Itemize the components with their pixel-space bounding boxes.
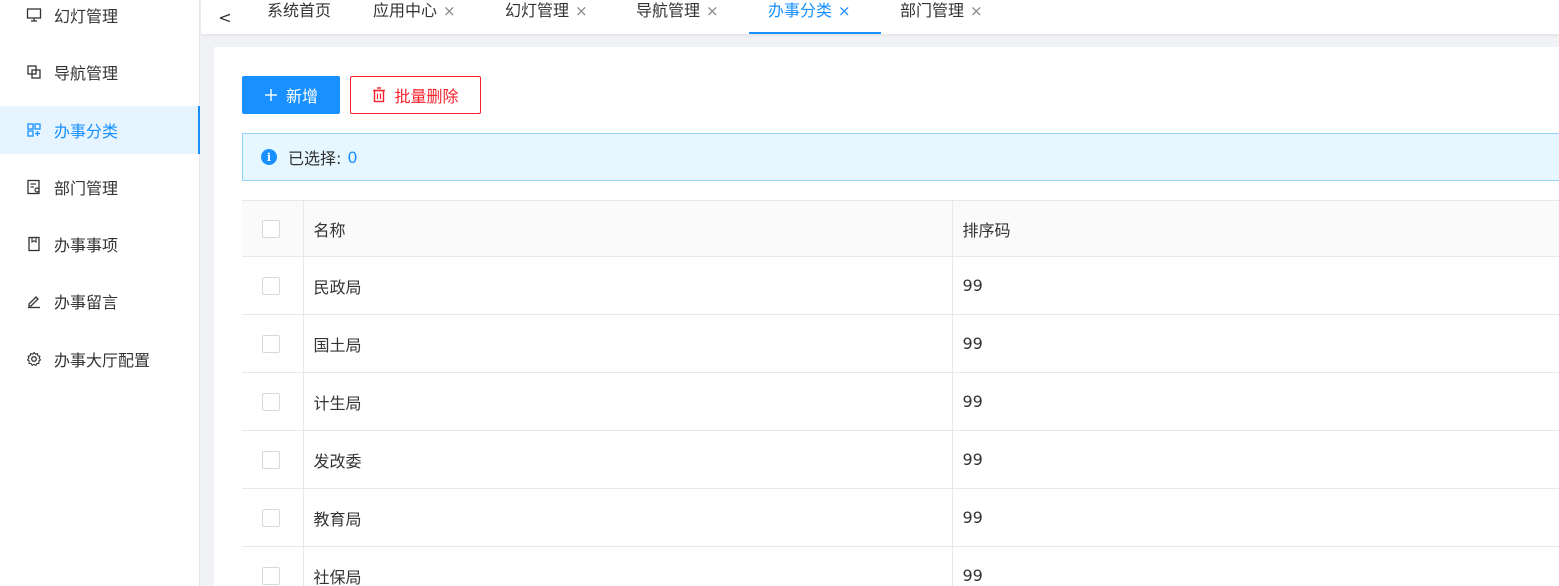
row-checkbox-cell [242,430,304,489]
batch-delete-button[interactable]: 批量删除 [350,76,481,114]
table-row[interactable]: 发改委 99 [242,430,1559,489]
sidebar-item-service-category[interactable]: 办事分类 [0,106,200,154]
cell-name: 社保局 [303,546,953,586]
row-checkbox[interactable] [262,566,280,585]
selection-count: 0 [347,147,358,167]
close-icon[interactable]: × [970,0,983,22]
add-button-label: 新增 [285,87,318,106]
row-checkbox[interactable] [262,508,280,527]
tab-home[interactable]: 系统首页 [267,0,331,34]
sidebar-item-label: 办事留言 [54,293,119,312]
close-icon[interactable]: × [838,0,851,22]
tab-label: 系统首页 [267,1,332,20]
cell-sort: 99 [952,314,1559,373]
apps-icon [25,121,43,139]
row-checkbox-cell [242,256,304,315]
tab-slides[interactable]: 幻灯管理 × [505,0,588,34]
cell-sort: 99 [952,488,1559,547]
row-checkbox[interactable] [262,392,280,411]
tabs-back-button[interactable]: < [215,0,235,34]
sidebar-item-label: 办事分类 [54,122,119,141]
sidebar: 幻灯管理 导航管理 办事分类 部门管理 办事事项 办事留言 办事大厅配置 [0,0,200,586]
tab-label: 幻灯管理 [505,1,570,20]
sidebar-item-label: 幻灯管理 [54,7,119,26]
sidebar-item-navigation[interactable]: 导航管理 [0,48,200,96]
tab-label: 部门管理 [900,1,965,20]
sidebar-item-label: 部门管理 [54,179,119,198]
batch-delete-label: 批量删除 [394,87,459,106]
select-all-checkbox[interactable] [262,219,280,238]
tab-navigation[interactable]: 导航管理 × [636,0,719,34]
close-icon[interactable]: × [443,0,456,22]
cell-sort: 99 [952,372,1559,431]
book-icon [25,235,43,253]
cell-name: 教育局 [303,488,953,547]
cell-name: 国土局 [303,314,953,373]
header-name[interactable]: 名称 [303,200,953,257]
tab-label: 导航管理 [636,1,701,20]
sidebar-item-slides[interactable]: 幻灯管理 [0,0,200,39]
close-icon[interactable]: × [706,0,719,22]
add-button[interactable]: 新增 [242,76,340,114]
sidebar-item-service-items[interactable]: 办事事项 [0,220,200,268]
table-row[interactable]: 计生局 99 [242,372,1559,431]
row-checkbox-cell [242,372,304,431]
selection-prefix: 已选择: [288,149,342,168]
tab-app-center[interactable]: 应用中心 × [373,0,456,34]
plus-icon [264,88,278,102]
cell-sort: 99 [952,430,1559,489]
sidebar-item-label: 办事大厅配置 [54,351,151,370]
row-checkbox[interactable] [262,334,280,353]
row-checkbox[interactable] [262,276,280,295]
sidebar-item-messages[interactable]: 办事留言 [0,277,200,325]
tab-departments[interactable]: 部门管理 × [900,0,983,34]
main-content: 新增 批量删除 i 已选择: 0 名称 排序码 民政局 99 国土局 99 计生… [214,47,1559,586]
table-row[interactable]: 民政局 99 [242,256,1559,315]
table-header-row: 名称 排序码 [242,200,1559,257]
sidebar-item-label: 导航管理 [54,64,119,83]
copy-icon [25,63,43,81]
trash-icon [372,87,386,103]
row-checkbox-cell [242,314,304,373]
selection-alert: i 已选择: 0 [242,133,1559,181]
monitor-icon [25,6,43,24]
sidebar-item-hall-config[interactable]: 办事大厅配置 [0,335,200,383]
info-icon: i [261,149,277,165]
tab-label: 办事分类 [768,1,833,20]
cell-sort: 99 [952,256,1559,315]
close-icon[interactable]: × [575,0,588,22]
row-checkbox[interactable] [262,450,280,469]
header-sort[interactable]: 排序码 [952,200,1559,257]
edit-icon [25,292,43,310]
cell-sort: 99 [952,546,1559,586]
audit-icon [25,178,43,196]
tab-label: 应用中心 [373,1,438,20]
table-row[interactable]: 教育局 99 [242,488,1559,547]
tab-service-category[interactable]: 办事分类 × [749,0,881,34]
table-row[interactable]: 社保局 99 [242,546,1559,586]
sidebar-item-departments[interactable]: 部门管理 [0,163,200,211]
sidebar-item-label: 办事事项 [54,236,119,255]
cell-name: 发改委 [303,430,953,489]
gear-icon [25,350,43,368]
category-table: 名称 排序码 民政局 99 国土局 99 计生局 99 发改委 99 教育局 9… [242,200,1559,586]
table-row[interactable]: 国土局 99 [242,314,1559,373]
cell-name: 民政局 [303,256,953,315]
row-checkbox-cell [242,488,304,547]
cell-name: 计生局 [303,372,953,431]
header-checkbox-cell [242,200,304,257]
row-checkbox-cell [242,546,304,586]
tab-bar: < 系统首页 应用中心 × 幻灯管理 × 导航管理 × 办事分类 × 部门管理 … [201,0,1559,34]
